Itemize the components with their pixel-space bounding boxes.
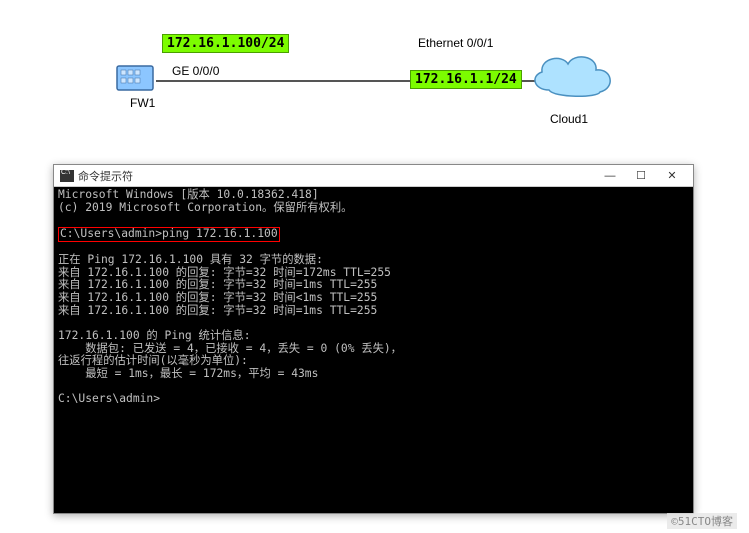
highlighted-command: C:\Users\admin>ping 172.16.1.100 xyxy=(58,227,280,242)
interface-label-ge: GE 0/0/0 xyxy=(172,64,219,78)
out-line: 正在 Ping 172.16.1.100 具有 32 字节的数据: xyxy=(58,253,323,266)
out-line: (c) 2019 Microsoft Corporation。保留所有权利。 xyxy=(58,201,352,214)
device-label-cloud1: Cloud1 xyxy=(550,112,588,126)
out-line: 来自 172.16.1.100 的回复: 字节=32 时间=172ms TTL=… xyxy=(58,266,391,279)
title-bar: 命令提示符 ― ☐ ✕ xyxy=(54,165,693,187)
minimize-button[interactable]: ― xyxy=(595,167,625,185)
device-label-fw1: FW1 xyxy=(130,96,155,110)
out-line: 最短 = 1ms，最长 = 172ms，平均 = 43ms xyxy=(58,367,318,380)
window-title: 命令提示符 xyxy=(78,168,133,184)
out-line: 数据包: 已发送 = 4，已接收 = 4，丢失 = 0 (0% 丢失)， xyxy=(58,342,402,355)
out-line: 来自 172.16.1.100 的回复: 字节=32 时间=1ms TTL=25… xyxy=(58,304,377,317)
out-line: 来自 172.16.1.100 的回复: 字节=32 时间<1ms TTL=25… xyxy=(58,291,377,304)
out-line: 来自 172.16.1.100 的回复: 字节=32 时间=1ms TTL=25… xyxy=(58,278,377,291)
out-line: 172.16.1.100 的 Ping 统计信息: xyxy=(58,329,251,342)
out-line: 往返行程的估计时间(以毫秒为单位): xyxy=(58,354,248,367)
prompt: C:\Users\admin> xyxy=(58,392,160,405)
window-controls: ― ☐ ✕ xyxy=(595,167,687,185)
terminal-output[interactable]: Microsoft Windows [版本 10.0.18362.418] (c… xyxy=(54,187,693,513)
interface-label-eth: Ethernet 0/0/1 xyxy=(418,36,493,50)
cloud-icon xyxy=(524,44,619,108)
close-button[interactable]: ✕ xyxy=(657,167,687,185)
maximize-button[interactable]: ☐ xyxy=(626,167,656,185)
terminal-window: 命令提示符 ― ☐ ✕ Microsoft Windows [版本 10.0.1… xyxy=(53,164,694,514)
ip-badge-right: 172.16.1.1/24 xyxy=(410,70,522,89)
firewall-icon xyxy=(115,60,155,94)
cmd-icon xyxy=(60,170,74,182)
watermark: ©51CTO博客 xyxy=(667,513,737,529)
network-topology: 172.16.1.100/24 172.16.1.1/24 GE 0/0/0 E… xyxy=(0,20,749,160)
out-line: Microsoft Windows [版本 10.0.18362.418] xyxy=(58,188,319,201)
ip-badge-left: 172.16.1.100/24 xyxy=(162,34,289,53)
